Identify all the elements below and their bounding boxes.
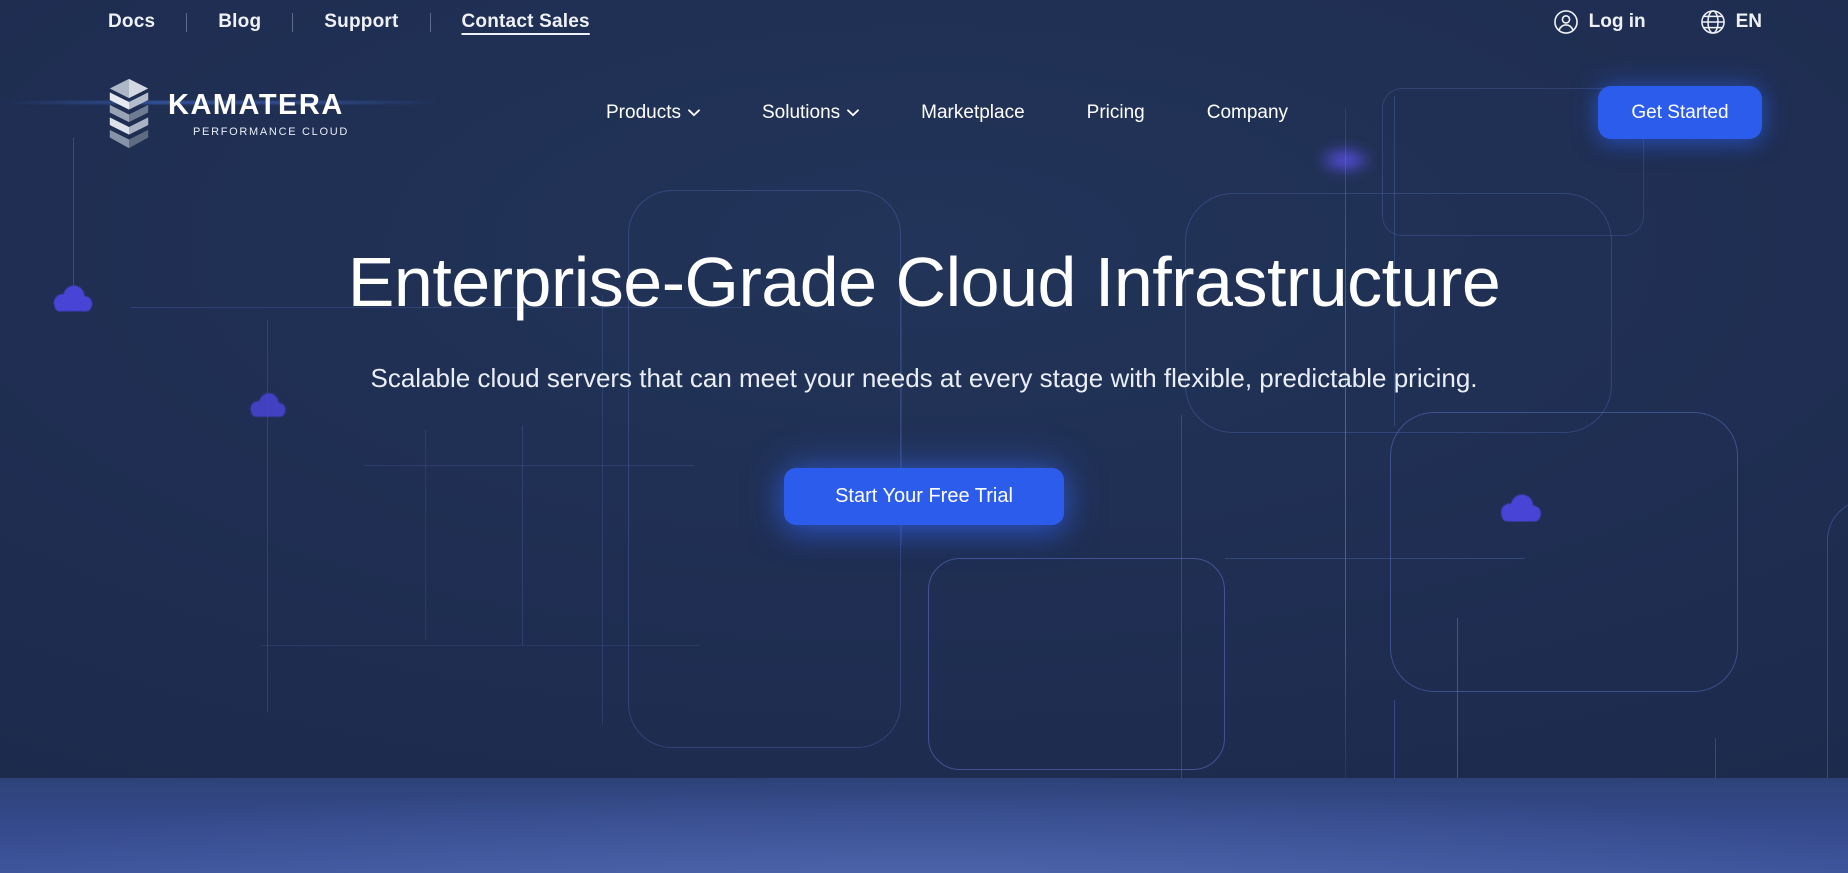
separator — [430, 13, 431, 32]
user-icon — [1553, 9, 1579, 35]
globe-icon — [1700, 9, 1726, 35]
separator — [292, 13, 293, 32]
topbar: Docs Blog Support Contact Sales Log in — [0, 0, 1848, 44]
circuit-line — [1181, 415, 1182, 778]
cloud-shape — [1497, 492, 1545, 523]
nav-item-label: Pricing — [1087, 100, 1145, 126]
nav-item-label: Marketplace — [921, 100, 1025, 126]
hero-title: Enterprise-Grade Cloud Infrastructure — [0, 242, 1848, 322]
circuit-line — [1394, 700, 1395, 778]
circuit-line — [1345, 108, 1346, 778]
nav-item-label: Products — [606, 100, 681, 126]
purple-glow-dot — [1316, 144, 1374, 176]
separator — [186, 13, 187, 32]
chevron-down-icon — [688, 109, 700, 117]
nav-item-company[interactable]: Company — [1207, 100, 1288, 126]
hero-subtitle: Scalable cloud servers that can meet you… — [0, 363, 1848, 394]
brand-logo[interactable]: KAMATERA PERFORMANCE CLOUD — [104, 76, 349, 151]
nav-item-solutions[interactable]: Solutions — [762, 100, 859, 126]
login-button[interactable]: Log in — [1553, 9, 1646, 35]
nav-item-products[interactable]: Products — [606, 100, 700, 126]
circuit-line — [1715, 738, 1716, 778]
circuit-line — [1457, 618, 1458, 778]
circuit-rect — [928, 558, 1225, 770]
circuit-line — [425, 430, 426, 640]
topbar-link-blog[interactable]: Blog — [218, 11, 261, 33]
circuit-line — [364, 465, 694, 466]
cloud-shape — [247, 391, 289, 418]
main-navigation: Products Solutions Marketplace Pricing C… — [606, 100, 1288, 126]
topbar-right: Log in EN — [1553, 9, 1762, 35]
kamatera-homepage: Docs Blog Support Contact Sales Log in — [0, 0, 1848, 873]
circuit-rect — [1390, 412, 1738, 692]
circuit-line — [260, 645, 700, 646]
login-label: Log in — [1589, 11, 1646, 33]
circuit-line — [602, 295, 603, 725]
nav-item-pricing[interactable]: Pricing — [1087, 100, 1145, 126]
topbar-link-docs[interactable]: Docs — [108, 11, 155, 33]
topbar-links: Docs Blog Support Contact Sales — [108, 11, 590, 33]
chevron-down-icon — [847, 109, 859, 117]
get-started-button[interactable]: Get Started — [1598, 86, 1762, 139]
brand-tagline: PERFORMANCE CLOUD — [193, 126, 349, 138]
brand-name: KAMATERA — [168, 89, 349, 122]
topbar-link-support[interactable]: Support — [324, 11, 398, 33]
kamatera-logo-icon — [104, 76, 154, 151]
brand-text: KAMATERA PERFORMANCE CLOUD — [168, 89, 349, 138]
nav-item-label: Company — [1207, 100, 1288, 126]
topbar-link-contact-sales[interactable]: Contact Sales — [462, 11, 590, 33]
bottom-gradient-band — [0, 778, 1848, 873]
nav-item-label: Solutions — [762, 100, 840, 126]
nav-item-marketplace[interactable]: Marketplace — [921, 100, 1025, 126]
circuit-line — [522, 425, 523, 645]
language-label: EN — [1736, 11, 1762, 33]
language-selector[interactable]: EN — [1700, 9, 1762, 35]
start-free-trial-button[interactable]: Start Your Free Trial — [784, 468, 1064, 525]
circuit-line — [1225, 558, 1525, 559]
